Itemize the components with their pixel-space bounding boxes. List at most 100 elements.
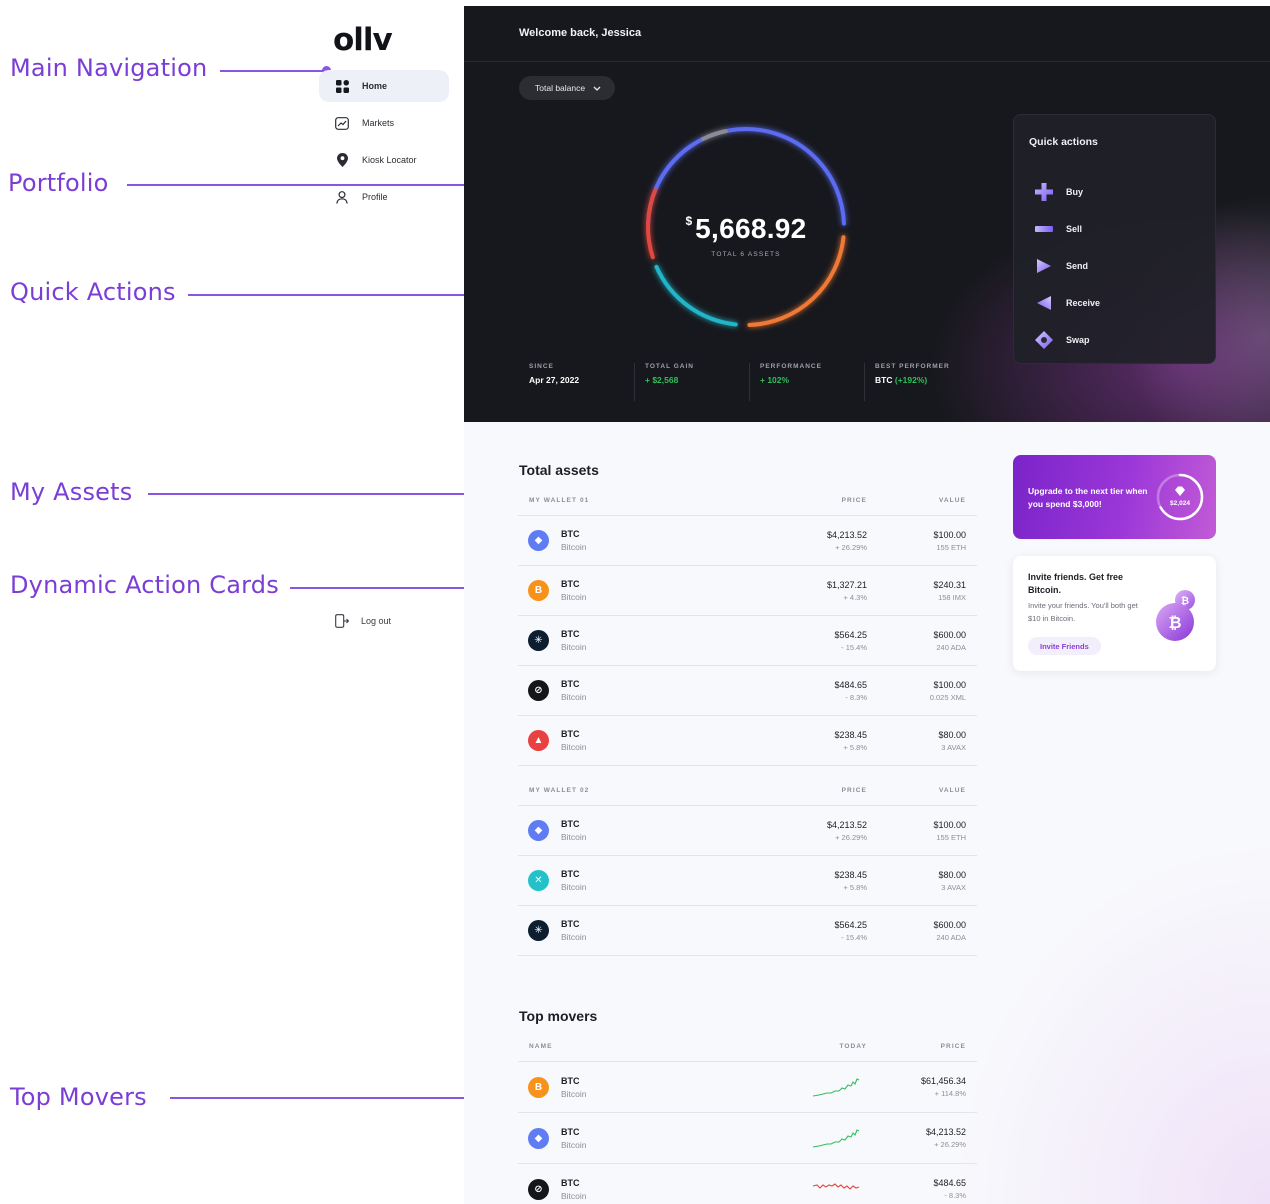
quick-action-label: Buy <box>1066 186 1084 197</box>
stat-value: + 102% <box>760 375 790 385</box>
value-cell: $100.00 0.025 XML <box>867 680 977 702</box>
coin-icon: ⊘ <box>528 680 549 701</box>
app-logo[interactable]: ollv <box>333 22 393 58</box>
value-header: VALUE <box>938 787 966 794</box>
sidebar-item-profile[interactable]: Profile <box>319 181 449 213</box>
wallet-name: MY WALLET 02 <box>529 787 590 794</box>
sidebar-item-label: Markets <box>362 118 395 128</box>
sidebar-item-markets[interactable]: Markets <box>319 107 449 139</box>
minus-icon <box>1034 221 1054 237</box>
main-navigation: Home Markets Kiosk Locator Profile <box>319 70 449 218</box>
asset-fullname: Bitcoin <box>561 1139 587 1150</box>
quick-action-send[interactable]: Send <box>1034 247 1100 284</box>
table-row[interactable]: ✳ BTC Bitcoin $564.25 - 15.4% $600.00 240 ADA <box>518 906 977 956</box>
stat-label: SINCE <box>529 363 554 370</box>
coin-glyph: ◆ <box>534 1132 543 1144</box>
coin-icon: ✳ <box>528 630 549 651</box>
top-movers-rows: B BTC Bitcoin $61,456.34 + 114.8% ◆ BTC Bitcoin… <box>518 1062 977 1204</box>
upgrade-tier-card[interactable]: Upgrade to the next tier when you spend … <box>1013 455 1216 539</box>
holding-value: $80.00 <box>938 869 966 880</box>
price-header: PRICE <box>940 1043 966 1050</box>
value-cell: $100.00 155 ETH <box>867 820 977 842</box>
welcome-message: Welcome back, Jessica <box>519 27 642 39</box>
asset-name: BTC Bitcoin <box>561 919 747 942</box>
location-pin-icon <box>335 153 349 167</box>
sidebar-item-home[interactable]: Home <box>319 70 449 102</box>
quick-action-swap[interactable]: Swap <box>1034 321 1100 358</box>
table-row[interactable]: ⊘ BTC Bitcoin $484.65 - 8.3% $100.00 0.025 XML <box>518 666 977 716</box>
sparkline-cell <box>747 1125 867 1151</box>
table-header: NAME TODAY PRICE <box>518 1032 977 1062</box>
holding-value: $100.00 <box>933 529 966 540</box>
price-cell: $484.65 - 8.3% <box>747 680 867 702</box>
upgrade-amount: $2,024 <box>1170 500 1190 507</box>
price-header: PRICE <box>841 497 867 504</box>
annotation-label: Quick Actions <box>10 278 176 306</box>
holding-amount: 3 AVAX <box>941 882 966 892</box>
stat-label: BEST PERFORMER <box>875 363 950 370</box>
coin-icon: ◆ <box>528 820 549 841</box>
holding-amount: 155 ETH <box>936 832 966 842</box>
coin-icon: ◆ <box>528 1127 549 1149</box>
table-row[interactable]: ◆ BTC Bitcoin $4,213.52 + 26.29% $100.00 155 E… <box>518 516 977 566</box>
asset-name: BTC Bitcoin <box>561 1127 747 1150</box>
table-row[interactable]: ✕ BTC Bitcoin $238.45 + 5.8% $80.00 3 AVAX <box>518 856 977 906</box>
annotation-top-movers: Top Movers <box>0 1082 147 1112</box>
sparkline-path <box>812 1183 860 1190</box>
invite-friends-button[interactable]: Invite Friends <box>1028 637 1101 655</box>
price-change: - 15.4% <box>841 642 867 652</box>
coin-icon: ✕ <box>528 870 549 891</box>
holding-value: $80.00 <box>938 729 966 740</box>
asset-fullname: Bitcoin <box>561 932 587 942</box>
invite-friends-card: Invite friends. Get free Bitcoin. Invite… <box>1013 556 1216 671</box>
asset-symbol: BTC <box>561 819 580 829</box>
quick-action-sell[interactable]: Sell <box>1034 210 1100 247</box>
sidebar-item-label: Profile <box>362 192 388 202</box>
sidebar-item-label: Home <box>362 81 388 91</box>
price-change: + 26.29% <box>835 542 867 552</box>
swap-icon <box>1034 330 1054 349</box>
upgrade-progress-ring <box>1156 473 1204 521</box>
asset-symbol: BTC <box>561 1075 580 1086</box>
price-cell: $564.25 - 15.4% <box>747 630 867 652</box>
price-header: PRICE <box>841 787 867 794</box>
portfolio-ring[interactable]: $5,668.92 TOTAL 6 ASSETS <box>636 117 856 337</box>
holding-amount: 240 ADA <box>936 932 966 942</box>
asset-fullname: Bitcoin <box>561 1088 587 1099</box>
table-row[interactable]: ◆ BTC Bitcoin $4,213.52 + 26.29% $100.00 155 E… <box>518 806 977 856</box>
sidebar-item-kiosk-locator[interactable]: Kiosk Locator <box>319 144 449 176</box>
table-row[interactable]: B BTC Bitcoin $61,456.34 + 114.8% <box>518 1062 977 1113</box>
stat-total-gain: TOTAL GAIN + $2,568 <box>634 363 749 401</box>
table-row[interactable]: ✳ BTC Bitcoin $564.25 - 15.4% $600.00 240 ADA <box>518 616 977 666</box>
price-cell: $238.45 + 5.8% <box>747 730 867 752</box>
asset-symbol: BTC <box>561 919 580 929</box>
wallet-02-rows: ◆ BTC Bitcoin $4,213.52 + 26.29% $100.00 155 E… <box>518 806 977 956</box>
asset-fullname: Bitcoin <box>561 742 587 752</box>
quick-action-receive[interactable]: Receive <box>1034 284 1100 321</box>
asset-symbol: BTC <box>561 869 580 879</box>
price-change: + 26.29% <box>934 1140 966 1149</box>
stat-best-performer: BEST PERFORMER BTC (+192%) <box>864 363 979 401</box>
balance-selector[interactable]: Total balance <box>519 76 616 100</box>
table-row[interactable]: B BTC Bitcoin $1,327.21 + 4.3% $240.31 158 IMX <box>518 566 977 616</box>
price-value: $564.25 <box>834 629 867 640</box>
top-movers-title: Top movers <box>519 1008 598 1024</box>
holding-value: $600.00 <box>933 629 966 640</box>
asset-symbol: BTC <box>561 629 580 639</box>
invite-title: Invite friends. Get free Bitcoin. <box>1028 572 1124 595</box>
quick-actions-card: Quick actions Buy Sell Send Receive Swap <box>1013 114 1216 364</box>
value-header: VALUE <box>938 497 966 504</box>
asset-symbol: BTC <box>561 1177 580 1188</box>
table-row[interactable]: ◆ BTC Bitcoin $4,213.52 + 26.29% <box>518 1113 977 1164</box>
value-cell: $240.31 158 IMX <box>867 580 977 602</box>
send-icon <box>1034 258 1054 274</box>
quick-action-buy[interactable]: Buy <box>1034 173 1100 210</box>
price-change: + 26.29% <box>835 832 867 842</box>
table-row[interactable]: ▲ BTC Bitcoin $238.45 + 5.8% $80.00 3 AVAX <box>518 716 977 766</box>
table-row[interactable]: ⊘ BTC Bitcoin $484.65 - 8.3% <box>518 1164 977 1204</box>
logout-button[interactable]: Log out <box>335 614 391 628</box>
coin-glyph: B <box>534 585 543 596</box>
chart-icon <box>335 116 349 130</box>
price-value: $564.25 <box>834 919 867 930</box>
asset-symbol: BTC <box>561 579 580 589</box>
